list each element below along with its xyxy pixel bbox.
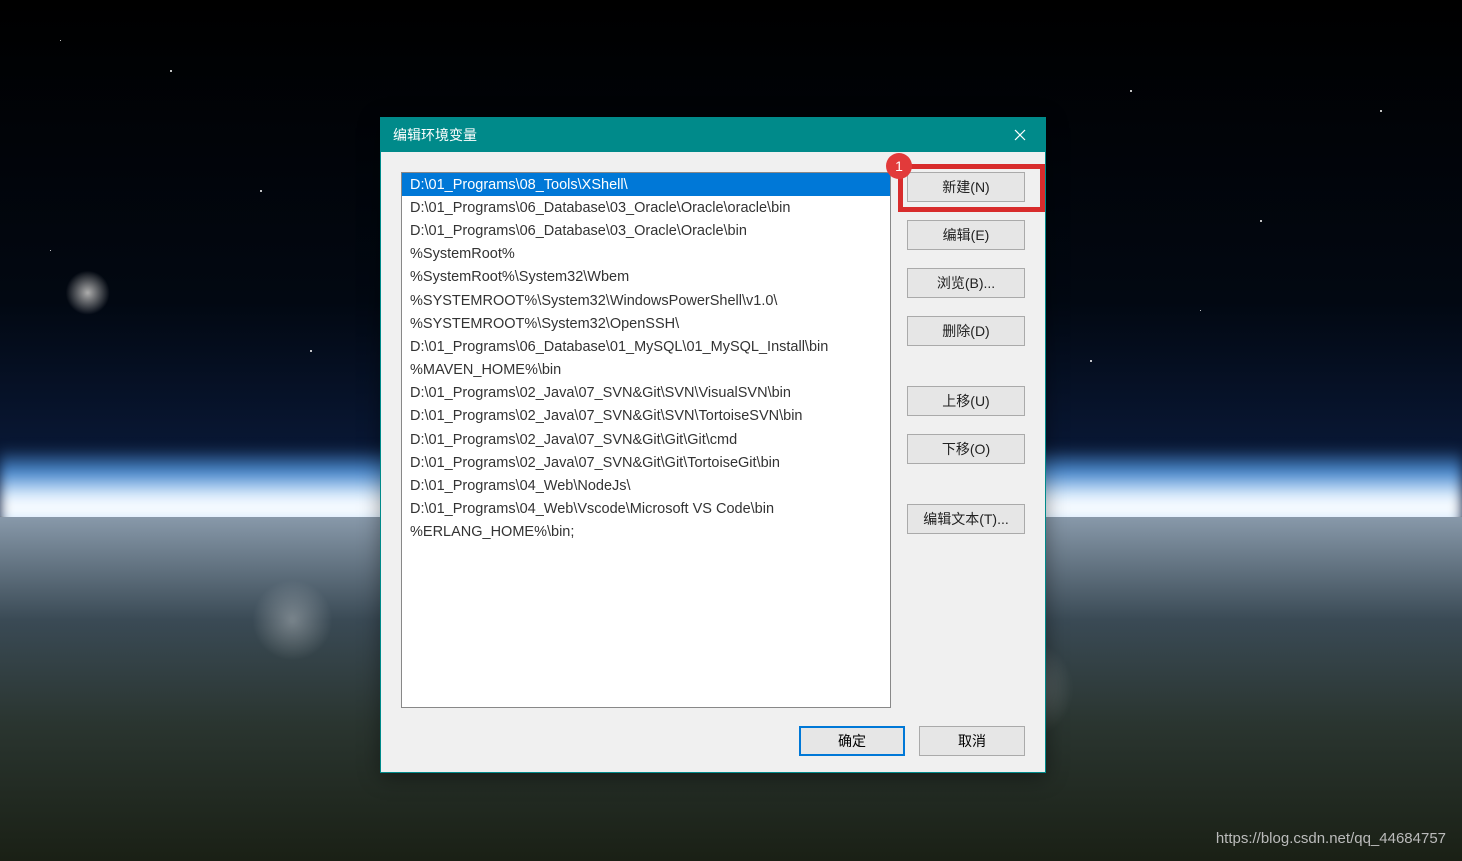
list-item[interactable]: D:\01_Programs\02_Java\07_SVN&Git\SVN\To… [402, 405, 890, 428]
bg-star [50, 250, 51, 251]
bg-star [1200, 310, 1201, 311]
new-button[interactable]: 新建(N) [907, 172, 1025, 202]
browse-button[interactable]: 浏览(B)... [907, 268, 1025, 298]
move-down-button[interactable]: 下移(O) [907, 434, 1025, 464]
list-item[interactable]: D:\01_Programs\02_Java\07_SVN&Git\Git\To… [402, 451, 890, 474]
list-item[interactable]: D:\01_Programs\04_Web\NodeJs\ [402, 474, 890, 497]
list-item[interactable]: %SYSTEMROOT%\System32\OpenSSH\ [402, 312, 890, 335]
titlebar[interactable]: 编辑环境变量 [381, 118, 1045, 152]
bg-star [1090, 360, 1092, 362]
list-item[interactable]: D:\01_Programs\06_Database\01_MySQL\01_M… [402, 335, 890, 358]
list-item[interactable]: D:\01_Programs\06_Database\03_Oracle\Ora… [402, 219, 890, 242]
cancel-button[interactable]: 取消 [919, 726, 1025, 756]
side-button-column: 新建(N) 编辑(E) 浏览(B)... 删除(D) 上移(U) 下移(O) 编… [907, 172, 1025, 708]
list-item[interactable]: %SYSTEMROOT%\System32\WindowsPowerShell\… [402, 289, 890, 312]
bg-star [1260, 220, 1262, 222]
move-up-button[interactable]: 上移(U) [907, 386, 1025, 416]
close-button[interactable] [1007, 122, 1033, 148]
bg-star [170, 70, 172, 72]
list-item[interactable]: %SystemRoot%\System32\Wbem [402, 266, 890, 289]
dialog-title: 编辑环境变量 [393, 125, 1007, 145]
watermark: https://blog.csdn.net/qq_44684757 [1216, 830, 1446, 847]
list-item[interactable]: D:\01_Programs\02_Java\07_SVN&Git\SVN\Vi… [402, 382, 890, 405]
edit-button[interactable]: 编辑(E) [907, 220, 1025, 250]
bg-star [1130, 90, 1132, 92]
list-item[interactable]: D:\01_Programs\06_Database\03_Oracle\Ora… [402, 196, 890, 219]
dialog-content: D:\01_Programs\08_Tools\XShell\D:\01_Pro… [401, 172, 1025, 708]
path-listbox[interactable]: D:\01_Programs\08_Tools\XShell\D:\01_Pro… [401, 172, 891, 708]
edit-text-button[interactable]: 编辑文本(T)... [907, 504, 1025, 534]
list-item[interactable]: D:\01_Programs\08_Tools\XShell\ [402, 173, 890, 196]
list-item[interactable]: D:\01_Programs\02_Java\07_SVN&Git\Git\Gi… [402, 428, 890, 451]
dialog-body: D:\01_Programs\08_Tools\XShell\D:\01_Pro… [381, 152, 1045, 772]
ok-button[interactable]: 确定 [799, 726, 905, 756]
env-var-dialog: 编辑环境变量 D:\01_Programs\08_Tools\XShell\D:… [380, 117, 1046, 773]
bg-star [260, 190, 262, 192]
bg-star [1380, 110, 1382, 112]
list-item[interactable]: %ERLANG_HOME%\bin; [402, 521, 890, 544]
close-icon [1014, 129, 1026, 141]
dialog-footer: 确定 取消 [401, 708, 1025, 756]
spacer [907, 364, 1025, 386]
bg-star [60, 40, 61, 41]
list-item[interactable]: D:\01_Programs\04_Web\Vscode\Microsoft V… [402, 498, 890, 521]
bg-star [310, 350, 312, 352]
delete-button[interactable]: 删除(D) [907, 316, 1025, 346]
list-item[interactable]: %MAVEN_HOME%\bin [402, 359, 890, 382]
spacer [907, 482, 1025, 504]
list-item[interactable]: %SystemRoot% [402, 243, 890, 266]
